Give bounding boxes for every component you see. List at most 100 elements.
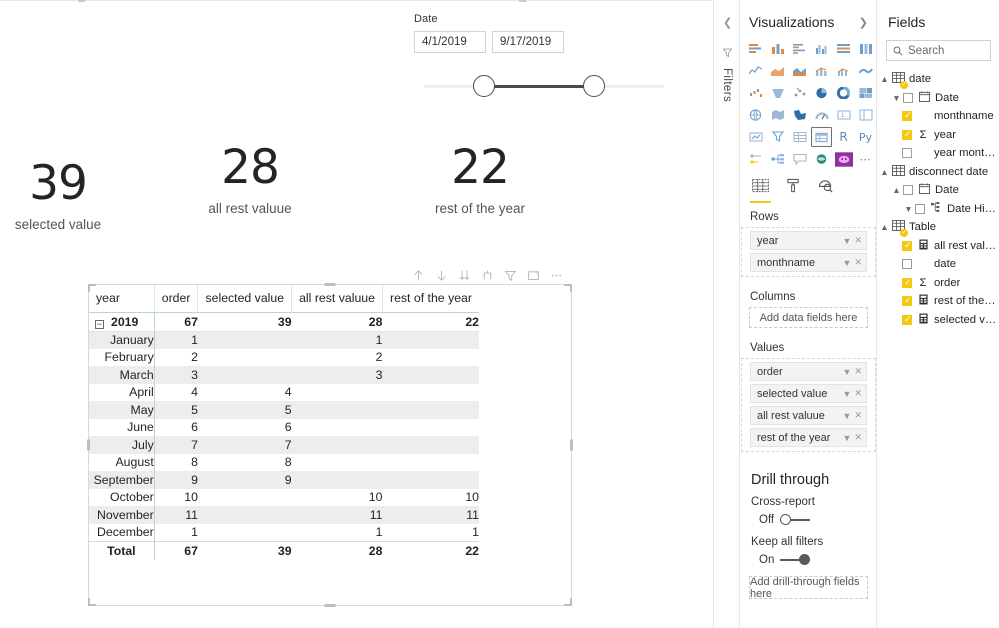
viz-waterfall-chart-icon[interactable] xyxy=(745,83,766,103)
field-group-disconnect-date[interactable]: ▲ Date xyxy=(878,181,999,200)
viz-area-chart-icon[interactable] xyxy=(767,61,788,81)
viz-smart-narrative-icon[interactable] xyxy=(811,149,832,169)
chevron-up-icon[interactable]: ▲ xyxy=(878,167,891,177)
field-date-hierarchy[interactable]: ▼ Date Hier... xyxy=(878,200,999,219)
slider-handle-start[interactable] xyxy=(473,75,495,97)
viz-matrix-icon[interactable] xyxy=(811,127,832,147)
viz-qna-icon[interactable] xyxy=(789,149,810,169)
chevron-down-icon[interactable]: ▼ xyxy=(843,258,852,268)
chevron-down-icon[interactable]: ▼ xyxy=(843,411,852,421)
collapse-visualizations-chevron-icon[interactable]: ❯ xyxy=(859,16,868,29)
viz-pie-chart-icon[interactable] xyxy=(811,83,832,103)
resize-handle-right[interactable] xyxy=(570,439,573,451)
rows-field-monthname[interactable]: monthname ▼ ✕ xyxy=(750,253,867,272)
field-checkbox[interactable] xyxy=(902,129,912,140)
viz-stacked-area-chart-icon[interactable] xyxy=(789,61,810,81)
visual-config-tabs[interactable] xyxy=(741,169,876,203)
chevron-down-icon[interactable]: ▼ xyxy=(843,367,852,377)
field-table-disconnect-date[interactable]: ▲ disconnect date xyxy=(878,163,999,182)
fields-pane[interactable]: Fields Search ▲ ✓ date ▼ Date ✓ monthnam… xyxy=(878,0,999,628)
drill-mode-hierarchy-icon[interactable] xyxy=(481,269,494,282)
field-year[interactable]: Σ year xyxy=(878,126,999,145)
viz-100-stacked-bar-chart-icon[interactable] xyxy=(833,39,854,59)
keep-all-filters-toggle[interactable] xyxy=(780,554,811,566)
collapse-expander-icon[interactable]: − xyxy=(95,319,104,329)
viz-paginated-report-icon[interactable] xyxy=(833,149,854,169)
resize-handle-top[interactable] xyxy=(324,283,336,286)
remove-field-icon[interactable]: ✕ xyxy=(854,235,862,246)
field-checkbox[interactable] xyxy=(902,148,912,159)
viz-ribbon-chart-icon[interactable] xyxy=(855,61,876,81)
field-order[interactable]: Σ order xyxy=(878,274,999,293)
resize-handle-bottom-right[interactable] xyxy=(564,598,572,606)
resize-handle-left[interactable] xyxy=(87,439,90,451)
viz-more-visuals-icon[interactable]: ⋯ xyxy=(855,149,876,169)
field-selected-value[interactable]: selected val... xyxy=(878,311,999,330)
viz-stacked-bar-chart-icon[interactable] xyxy=(745,39,766,59)
viz-scatter-chart-icon[interactable] xyxy=(789,83,810,103)
chevron-down-icon[interactable]: ▼ xyxy=(902,204,915,214)
viz-clustered-bar-chart-icon[interactable] xyxy=(789,39,810,59)
viz-card-icon[interactable]: 1 xyxy=(833,105,854,125)
drill-down-icon[interactable] xyxy=(435,269,448,282)
viz-r-script-icon[interactable]: R xyxy=(833,127,854,147)
field-all-rest-valuue[interactable]: all rest valu... xyxy=(878,237,999,256)
card-selected-value[interactable]: 39 selected value xyxy=(2,159,114,233)
values-field-rest-of-the-year[interactable]: rest of the year ▼ ✕ xyxy=(750,428,867,447)
viz-table-icon[interactable] xyxy=(789,127,810,147)
viz-decomposition-tree-icon[interactable] xyxy=(767,149,788,169)
viz-slicer-icon[interactable] xyxy=(767,127,788,147)
rows-field-year[interactable]: year ▼ ✕ xyxy=(750,231,867,250)
cross-report-toggle[interactable] xyxy=(780,514,811,526)
remove-field-icon[interactable]: ✕ xyxy=(854,257,862,268)
visual-header-toolbar[interactable] xyxy=(412,269,563,282)
filters-pane-collapsed[interactable]: ❮ Filters xyxy=(713,0,740,628)
filter-icon[interactable] xyxy=(504,269,517,282)
row-header-month[interactable]: June xyxy=(89,418,155,436)
field-monthname[interactable]: monthname xyxy=(878,107,999,126)
column-header-order[interactable]: order xyxy=(154,285,199,313)
column-header-rest-of-the-year[interactable]: rest of the year xyxy=(382,285,479,313)
resize-handle-top-right[interactable] xyxy=(564,284,572,292)
visual-type-gallery[interactable]: 1 R Py ⋯ xyxy=(741,39,876,169)
viz-line-clustered-column-chart-icon[interactable] xyxy=(833,61,854,81)
field-date-column[interactable]: date xyxy=(878,255,999,274)
column-header-all-rest-valuue[interactable]: all rest valuue xyxy=(291,285,383,313)
row-header-month[interactable]: August xyxy=(89,453,155,471)
row-header-month[interactable]: December xyxy=(89,523,155,541)
chevron-down-icon[interactable]: ▼ xyxy=(843,433,852,443)
field-group-date[interactable]: ▼ Date xyxy=(878,89,999,108)
remove-field-icon[interactable]: ✕ xyxy=(854,366,862,377)
drill-through-dropzone[interactable]: Add drill-through fields here xyxy=(749,576,868,600)
chevron-up-icon[interactable]: ▲ xyxy=(878,222,891,232)
cross-report-toggle-row[interactable]: Off xyxy=(741,511,876,536)
keep-all-filters-toggle-row[interactable]: On xyxy=(741,551,876,576)
viz-donut-chart-icon[interactable] xyxy=(833,83,854,103)
resize-handle-top-left[interactable] xyxy=(88,284,96,292)
viz-funnel-chart-icon[interactable] xyxy=(767,83,788,103)
more-options-icon[interactable] xyxy=(550,269,563,282)
row-header-month[interactable]: October xyxy=(89,488,155,506)
row-header-month[interactable]: May xyxy=(89,401,155,419)
drill-up-icon[interactable] xyxy=(412,269,425,282)
resize-handle-bottom[interactable] xyxy=(324,604,336,607)
expand-all-down-icon[interactable] xyxy=(458,269,471,282)
viz-multi-row-card-icon[interactable] xyxy=(855,105,876,125)
field-checkbox[interactable] xyxy=(902,295,912,307)
expand-filters-chevron-icon[interactable]: ❮ xyxy=(723,16,732,29)
resize-handle-bottom-left[interactable] xyxy=(88,598,96,606)
card-all-rest-valuue[interactable]: 28 all rest valuue xyxy=(180,143,320,217)
field-checkbox[interactable] xyxy=(903,185,913,196)
tab-analytics[interactable] xyxy=(818,178,834,203)
field-checkbox[interactable] xyxy=(902,314,912,325)
field-year-month[interactable]: year month... xyxy=(878,144,999,163)
viz-stacked-column-chart-icon[interactable] xyxy=(767,39,788,59)
viz-line-chart-icon[interactable] xyxy=(745,61,766,81)
field-checkbox[interactable] xyxy=(902,240,912,251)
remove-field-icon[interactable]: ✕ xyxy=(854,410,862,421)
values-field-order[interactable]: order ▼ ✕ xyxy=(750,362,867,381)
chevron-up-icon[interactable]: ▲ xyxy=(878,74,891,84)
viz-shape-map-icon[interactable] xyxy=(789,105,810,125)
slicer-range-slider[interactable] xyxy=(414,75,664,97)
row-header-month[interactable]: March xyxy=(89,366,155,384)
